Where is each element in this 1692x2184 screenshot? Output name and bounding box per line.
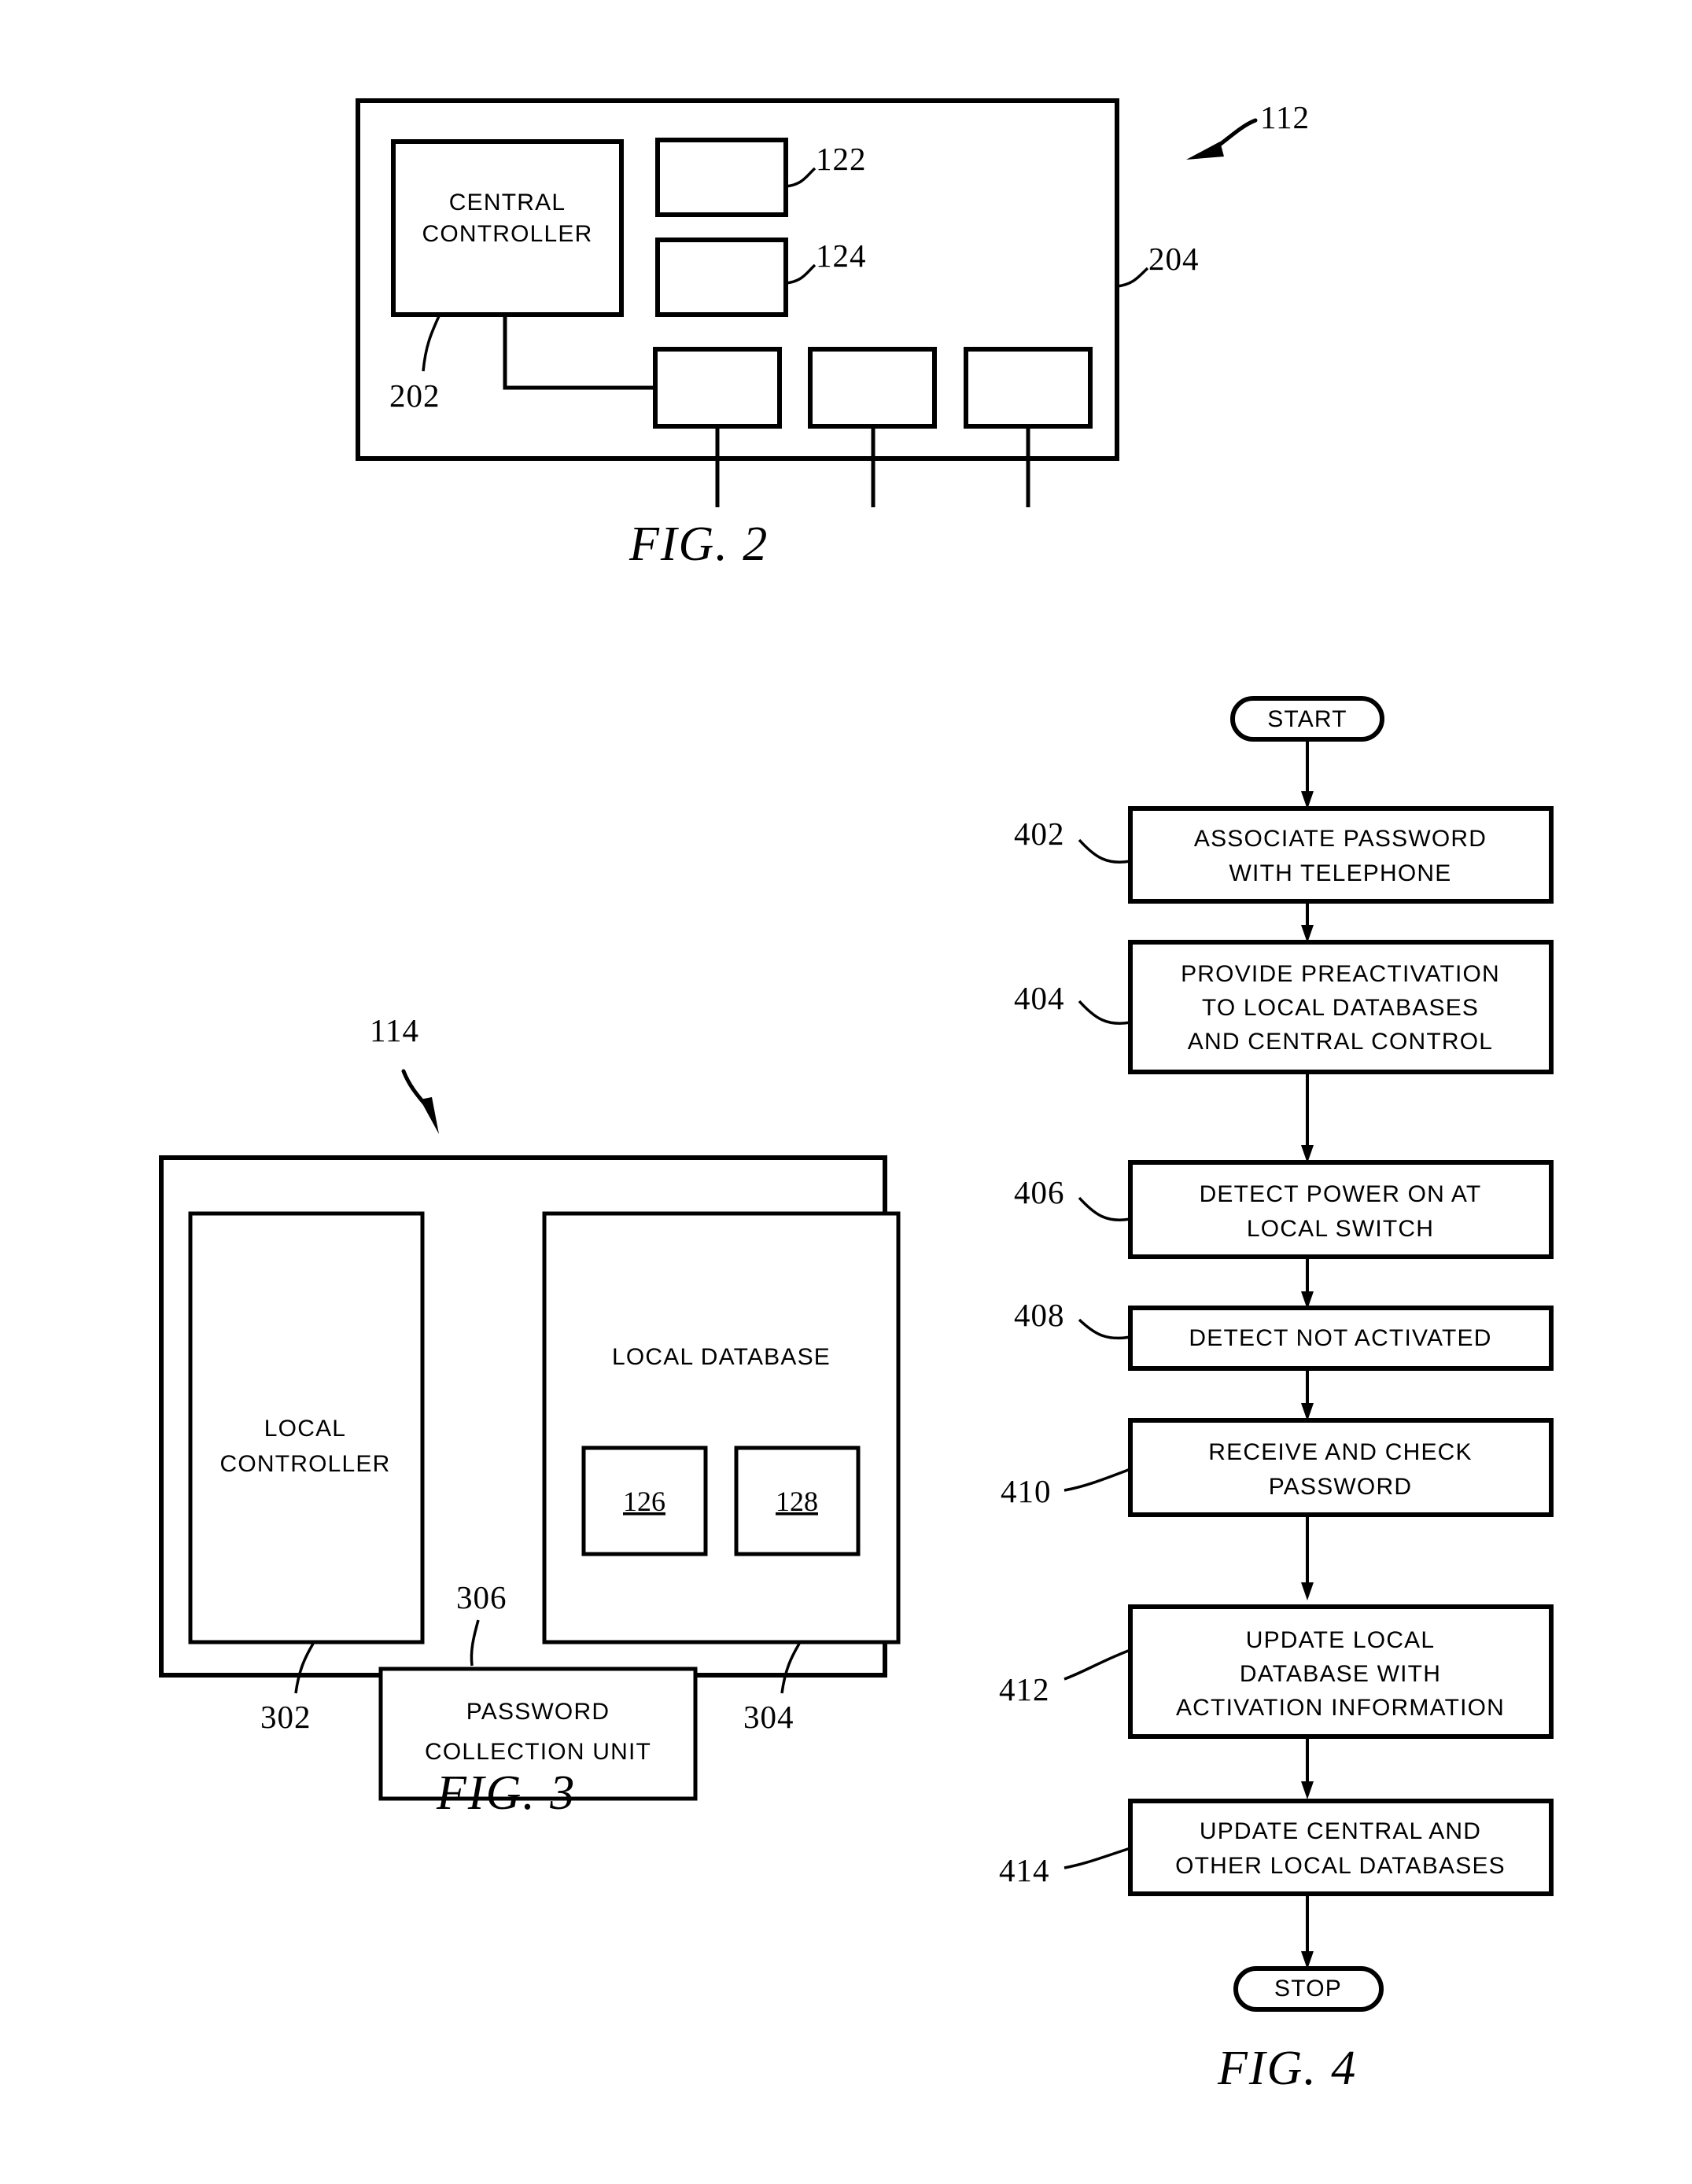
fig4-step-410-line1: RECEIVE AND CHECK (1208, 1439, 1472, 1465)
fig4-step-box-410 (1128, 1418, 1554, 1517)
fig3-ref-304: 304 (743, 1699, 794, 1735)
fig4-step-412-line3: ACTIVATION INFORMATION (1176, 1695, 1505, 1721)
fig3-ref-306: 306 (456, 1579, 507, 1615)
fig4-step-404-line2: TO LOCAL DATABASES (1202, 995, 1479, 1021)
patent-drawing-sheet: CENTRAL CONTROLLER 202 122 124 204 112 F… (0, 0, 1692, 2184)
fig4-start-label: START (1267, 706, 1347, 732)
fig4-step-402-line2: WITH TELEPHONE (1229, 860, 1452, 886)
fig4-step-412-line2: DATABASE WITH (1240, 1661, 1441, 1687)
fig4-leader-414 (1063, 1847, 1131, 1869)
fig4-ref-408: 408 (1014, 1297, 1065, 1333)
fig4-step-box-414 (1128, 1799, 1554, 1896)
fig3-local-database-label: LOCAL DATABASE (612, 1344, 831, 1370)
fig4-step-404-line1: PROVIDE PREACTIVATION (1181, 961, 1500, 987)
fig4-ref-402: 402 (1014, 816, 1065, 852)
figure-4-group: START ASSOCIATE PASSWORD WITH TELEPHONE … (999, 696, 1554, 2095)
fig4-step-414-line1: UPDATE CENTRAL AND (1200, 1818, 1481, 1844)
fig4-step-402-line1: ASSOCIATE PASSWORD (1194, 826, 1487, 852)
fig2-ref-122: 122 (816, 141, 867, 177)
fig2-box-124 (655, 238, 788, 317)
fig2-bottom-box-3 (964, 347, 1093, 429)
fig2-central-controller-line2: CONTROLLER (422, 221, 592, 247)
fig4-caption: FIG. 4 (1217, 2042, 1357, 2095)
fig3-ref-114: 114 (370, 1012, 419, 1048)
fig4-leader-404 (1078, 1000, 1131, 1025)
fig3-ref-302: 302 (260, 1699, 311, 1735)
fig4-leader-410 (1063, 1468, 1131, 1492)
fig2-bottom-box-1 (653, 347, 782, 429)
fig3-local-database-box (542, 1211, 901, 1644)
fig4-step-box-402 (1128, 806, 1554, 904)
fig3-db-entry-128: 128 (776, 1486, 818, 1517)
fig2-central-controller-line1: CENTRAL (449, 190, 566, 215)
figures-canvas: CENTRAL CONTROLLER 202 122 124 204 112 F… (159, 98, 1554, 2095)
fig2-ref-112-arrow (1186, 118, 1258, 160)
fig4-ref-412: 412 (999, 1671, 1050, 1707)
fig4-arrow-406-to-408 (1301, 1257, 1314, 1309)
figure-3-group: 114 LOCAL CONTROLLER 302 LOCAL DATABASE … (159, 1012, 901, 1820)
fig2-ref-112: 112 (1260, 99, 1310, 135)
fig4-step-406-line1: DETECT POWER ON AT (1200, 1181, 1482, 1207)
fig4-arrow-402-to-404 (1301, 901, 1314, 943)
fig4-step-412-line1: UPDATE LOCAL (1246, 1627, 1436, 1653)
fig4-leader-402 (1078, 838, 1131, 864)
fig4-leader-406 (1078, 1196, 1131, 1221)
fig4-arrow-408-to-410 (1301, 1368, 1314, 1421)
fig4-ref-410: 410 (1001, 1473, 1052, 1509)
fig4-step-410-line2: PASSWORD (1269, 1474, 1412, 1500)
fig4-leader-412 (1063, 1648, 1131, 1681)
fig3-local-controller-line2: CONTROLLER (219, 1451, 390, 1477)
fig3-password-unit-line2: COLLECTION UNIT (425, 1739, 651, 1765)
fig4-stop-label: STOP (1274, 1976, 1342, 2002)
fig3-caption: FIG. 3 (436, 1766, 576, 1820)
fig4-arrow-414-to-stop (1301, 1894, 1314, 1969)
fig4-step-406-line2: LOCAL SWITCH (1247, 1216, 1434, 1242)
fig4-step-414-line2: OTHER LOCAL DATABASES (1175, 1853, 1506, 1879)
fig2-caption: FIG. 2 (629, 517, 769, 571)
fig3-db-entry-126: 126 (623, 1486, 665, 1517)
fig4-arrow-410-to-412 (1301, 1515, 1314, 1600)
fig4-step-box-406 (1128, 1160, 1554, 1259)
fig3-local-controller-line1: LOCAL (264, 1416, 346, 1442)
fig2-bottom-box-2 (808, 347, 937, 429)
fig3-password-unit-line1: PASSWORD (466, 1699, 610, 1725)
fig2-ref-204: 204 (1148, 241, 1200, 277)
fig4-ref-404: 404 (1014, 980, 1065, 1016)
figure-2-group: CENTRAL CONTROLLER 202 122 124 204 112 F… (356, 98, 1310, 571)
fig2-leader-204 (1116, 267, 1149, 288)
fig2-ref-124: 124 (816, 238, 867, 274)
fig4-step-404-line3: AND CENTRAL CONTROL (1188, 1029, 1493, 1055)
fig2-box-122 (655, 138, 788, 217)
fig3-ref-114-arrow (401, 1069, 439, 1134)
fig4-arrow-404-to-406 (1301, 1072, 1314, 1163)
fig4-ref-406: 406 (1014, 1174, 1065, 1210)
fig4-step-408-line1: DETECT NOT ACTIVATED (1189, 1325, 1491, 1351)
fig2-ref-202: 202 (389, 378, 441, 414)
fig4-leader-408 (1078, 1318, 1131, 1340)
fig4-arrow-412-to-414 (1301, 1737, 1314, 1799)
fig4-ref-414: 414 (999, 1852, 1050, 1888)
fig4-arrow-start-to-402 (1301, 739, 1314, 809)
